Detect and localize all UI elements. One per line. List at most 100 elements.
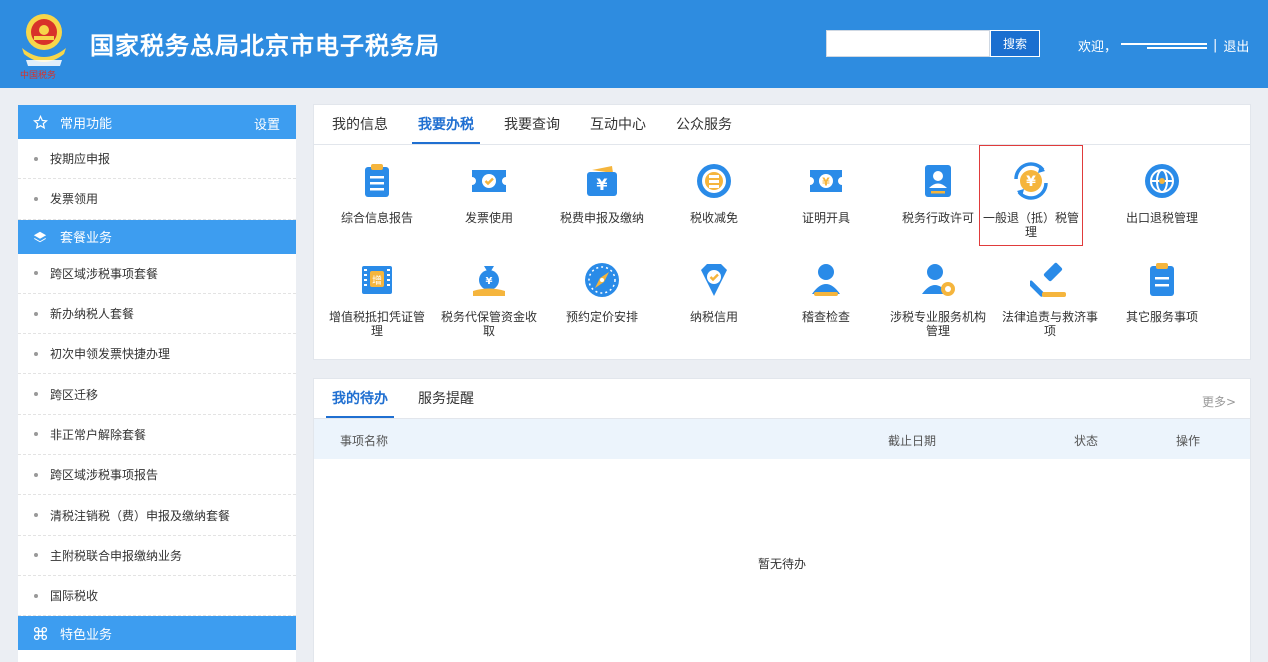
sidebar-section-common[interactable]: 常用功能 设置 [18, 105, 296, 139]
tab-item[interactable]: 公众服务 [670, 114, 738, 144]
service-item[interactable]: 增增值税抵扣凭证管理 [325, 260, 429, 338]
money-bag-hand-icon: ¥ [473, 266, 505, 296]
compass-icon [585, 263, 619, 297]
service-item[interactable]: ¥ 税务代保管资金收取 [437, 260, 541, 338]
user-welcome: 欢迎， | 退出 [1078, 36, 1249, 55]
tab-item[interactable]: 我的待办 [326, 388, 394, 418]
svg-text:增: 增 [372, 274, 382, 287]
sidebar-item[interactable]: 跨区域涉税事项报告 [18, 455, 296, 496]
service-item[interactable]: ¥ 证明开具 [774, 161, 878, 225]
gavel-icon [1030, 262, 1066, 297]
service-label: 出口退税管理 [1125, 211, 1198, 225]
service-label: 税费申报及缴纳 [559, 211, 644, 225]
service-label: 税收减免 [689, 211, 738, 225]
sidebar-item[interactable]: 新办纳税人套餐 [18, 294, 296, 335]
sidebar-section-special[interactable]: 特色业务 [18, 616, 296, 651]
sidebar-item-label: 国际税收 [50, 589, 99, 604]
service-item[interactable]: 纳税信用 [662, 260, 766, 324]
sidebar-item[interactable]: 主附税联合申报缴纳业务 [18, 536, 296, 576]
bullet-dot-icon [34, 432, 38, 437]
clipboard-list-icon [365, 164, 389, 197]
inspector-person-icon [812, 264, 840, 296]
column-header: 事项名称 [340, 434, 389, 448]
sidebar-item-label: 按期应申报 [50, 152, 111, 167]
bullet-dot-icon [34, 311, 38, 316]
service-item[interactable]: 其它服务事项 [1110, 260, 1214, 324]
sidebar-item-label: 初次申领发票快捷办理 [50, 347, 171, 362]
service-item[interactable]: ¥ 一般退（抵）税管理 [979, 145, 1083, 246]
sidebar-item-label: 跨区域涉税事项报告 [50, 468, 159, 483]
yuan-wallet-icon: ¥ [587, 166, 617, 196]
todo-table-header: 事项名称 截止日期 状态 操作 [314, 419, 1250, 459]
tab-item[interactable]: 我要查询 [498, 114, 566, 144]
bullet-dot-icon [34, 513, 38, 518]
tab-item[interactable]: 互动中心 [584, 114, 652, 144]
welcome-separator: | [1213, 38, 1218, 53]
sidebar-item[interactable]: 跨区域涉税事项套餐 [18, 254, 296, 294]
tab-item[interactable]: 服务提醒 [412, 388, 480, 418]
sidebar-item[interactable]: 非正常户解除套餐 [18, 415, 296, 456]
bullet-dot-icon [34, 593, 38, 598]
svg-text:¥: ¥ [596, 175, 607, 194]
service-item[interactable]: 出口退税管理 [1110, 161, 1214, 225]
sidebar-item[interactable]: 发票领用 [18, 179, 296, 220]
sidebar-setting-link[interactable]: 设置 [254, 114, 280, 133]
sidebar-section-title: 特色业务 [60, 627, 113, 643]
globe-icon [1145, 164, 1179, 198]
todo-panel: 我的待办 服务提醒 更多> 事项名称 截止日期 状态 操作 暂无待办 [313, 378, 1251, 662]
sidebar-item-label: 清税注销税（费）申报及缴纳套餐 [50, 508, 231, 523]
sidebar-item-label: 跨区迁移 [50, 387, 99, 402]
service-label: 一般退（抵）税管理 [982, 211, 1079, 239]
todo-tabs: 我的待办 服务提醒 [314, 379, 1250, 419]
service-item[interactable]: ¥ 税费申报及缴纳 [550, 161, 654, 225]
column-header: 操作 [1176, 434, 1201, 448]
service-label: 涉税专业服务机构管理 [889, 310, 986, 338]
search-button[interactable]: 搜索 [990, 30, 1040, 57]
service-label: 税务行政许可 [901, 211, 974, 225]
service-label: 发票使用 [464, 211, 513, 225]
sidebar-item-label: 主附税联合申报缴纳业务 [50, 548, 183, 563]
main-tabs: 我的信息 我要办税 我要查询 互动中心 公众服务 [314, 105, 1250, 145]
service-item[interactable]: 税收减免 [662, 161, 766, 225]
sidebar-item[interactable]: 跨区迁移 [18, 374, 296, 415]
service-item[interactable]: 综合信息报告 [325, 161, 429, 225]
service-item[interactable]: 预约定价安排 [550, 260, 654, 324]
service-item[interactable]: 涉税专业服务机构管理 [886, 260, 990, 338]
welcome-text: 欢迎， [1078, 40, 1118, 55]
sidebar-item-label: 跨区域涉税事项套餐 [50, 266, 159, 281]
tab-item[interactable]: 我的信息 [326, 114, 394, 144]
sidebar-item-label: 非正常户解除套餐 [50, 427, 147, 442]
svg-text:¥: ¥ [822, 176, 830, 189]
logout-link[interactable]: 退出 [1223, 36, 1249, 55]
bullet-dot-icon [34, 392, 38, 397]
service-label: 其它服务事项 [1125, 310, 1198, 324]
tab-item[interactable]: 我要办税 [412, 114, 480, 144]
sidebar-section-title: 常用功能 [60, 116, 113, 132]
vat-voucher-icon: 增 [362, 266, 392, 294]
sidebar-item[interactable]: 初次申领发票快捷办理 [18, 334, 296, 375]
bullet-dot-icon [34, 196, 38, 201]
person-gear-icon [922, 264, 955, 296]
service-label: 法律追责与救济事项 [1001, 310, 1098, 338]
service-label: 稽查检查 [801, 310, 850, 324]
command-icon [32, 625, 48, 641]
yuan-refresh-icon: ¥ [1014, 162, 1048, 200]
service-item[interactable]: 法律追责与救济事项 [998, 260, 1102, 338]
bullet-dot-icon [34, 156, 38, 161]
bullet-dot-icon [34, 553, 38, 558]
service-label: 综合信息报告 [340, 211, 413, 225]
sidebar-section-package[interactable]: 套餐业务 [18, 219, 296, 254]
sidebar-item[interactable]: 按期应申报 [18, 139, 296, 180]
search-input[interactable] [826, 30, 990, 57]
layers-icon [32, 229, 48, 245]
service-item[interactable]: 稽查检查 [774, 260, 878, 324]
site-title: 国家税务总局北京市电子税务局 [90, 32, 440, 60]
service-item[interactable]: 发票使用 [437, 161, 541, 225]
sidebar-item[interactable]: 国际税收 [18, 576, 296, 617]
bullet-dot-icon [34, 271, 38, 276]
more-link[interactable]: 更多> [1202, 393, 1236, 410]
service-item[interactable]: 税务行政许可 [886, 161, 990, 225]
sidebar-item-label: 发票领用 [50, 192, 99, 207]
sidebar-item[interactable]: 清税注销税（费）申报及缴纳套餐 [18, 495, 296, 536]
service-label: 预约定价安排 [565, 310, 638, 324]
